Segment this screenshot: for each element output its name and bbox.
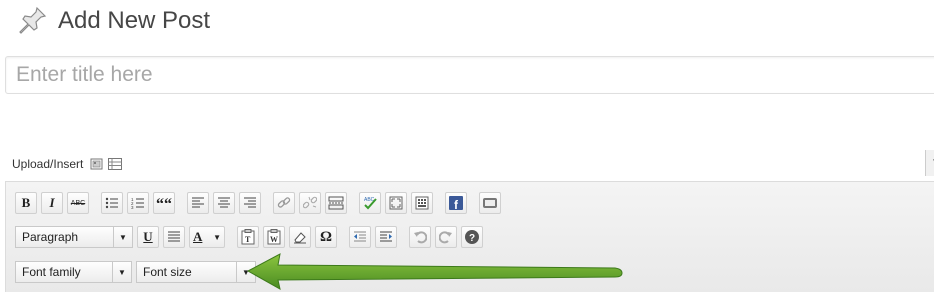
font-size-select-value: Font size — [143, 265, 192, 279]
bold-button[interactable]: B — [15, 192, 37, 214]
toolbar-row-3: Font family ▼ Font size ▼ — [15, 260, 260, 284]
svg-text:?: ? — [469, 233, 475, 244]
unlink-icon — [303, 196, 317, 209]
redo-icon — [439, 231, 452, 244]
toolbar-row-1: B I ABC 123 ““ ABC f — [15, 191, 505, 215]
fullscreen-button[interactable] — [385, 192, 407, 214]
link-icon — [277, 197, 291, 208]
bulleted-list-icon — [105, 197, 118, 209]
format-select[interactable]: Paragraph ▼ — [15, 226, 133, 248]
bulleted-list-button[interactable] — [101, 192, 123, 214]
fullscreen-icon — [389, 196, 403, 210]
svg-text:W: W — [270, 235, 278, 244]
embed-button[interactable] — [479, 192, 501, 214]
numbered-list-button[interactable]: 123 — [127, 192, 149, 214]
help-icon: ? — [465, 230, 479, 244]
insert-link-button[interactable] — [273, 192, 295, 214]
chevron-down-icon: ▼ — [113, 227, 132, 247]
undo-button[interactable] — [409, 226, 431, 248]
paste-text-icon: T — [241, 229, 255, 245]
align-center-button[interactable] — [213, 192, 235, 214]
strikethrough-button[interactable]: ABC — [67, 192, 89, 214]
align-right-icon — [244, 197, 256, 208]
clear-formatting-button[interactable] — [289, 226, 311, 248]
paste-text-button[interactable]: T — [237, 226, 259, 248]
blockquote-button[interactable]: ““ — [153, 192, 175, 214]
editor-mode-tab[interactable]: ▼ — [925, 150, 934, 176]
page-header: Add New Post — [16, 4, 210, 38]
spellcheck-button[interactable]: ABC — [359, 192, 381, 214]
text-color-label: A — [193, 229, 203, 244]
outdent-icon — [354, 231, 366, 242]
insert-more-button[interactable] — [325, 192, 347, 214]
font-family-select-value: Font family — [22, 265, 81, 279]
read-more-icon — [328, 196, 344, 210]
post-title-input[interactable] — [5, 56, 934, 94]
help-button[interactable]: ? — [461, 226, 483, 248]
align-center-icon — [218, 197, 230, 208]
toolbar-row-2: Paragraph ▼ U A ▼ T W Ω ? — [15, 225, 487, 249]
indent-icon — [380, 231, 392, 242]
spellcheck-icon: ABC — [364, 197, 377, 210]
text-color-button[interactable]: A ▼ — [189, 226, 225, 248]
upload-insert-label: Upload/Insert — [12, 157, 84, 171]
justify-icon — [168, 231, 180, 242]
numbered-list-icon: 123 — [131, 197, 144, 210]
upload-insert-bar: Upload/Insert — [12, 154, 125, 174]
facebook-button[interactable]: f — [445, 192, 467, 214]
add-media-icon[interactable] — [89, 156, 105, 172]
paste-word-icon: W — [267, 229, 281, 245]
outdent-button[interactable] — [349, 226, 371, 248]
align-left-button[interactable] — [187, 192, 209, 214]
align-right-button[interactable] — [239, 192, 261, 214]
italic-button[interactable]: I — [41, 192, 63, 214]
unlink-button[interactable] — [299, 192, 321, 214]
redo-button[interactable] — [435, 226, 457, 248]
align-left-icon — [192, 197, 204, 208]
svg-text:3: 3 — [131, 205, 134, 210]
facebook-icon: f — [449, 196, 463, 211]
indent-button[interactable] — [375, 226, 397, 248]
svg-text:T: T — [245, 235, 251, 244]
embed-icon — [483, 198, 497, 208]
pushpin-icon — [19, 6, 47, 34]
page-title: Add New Post — [58, 7, 211, 34]
format-select-value: Paragraph — [22, 230, 79, 244]
annotation-arrow — [246, 253, 623, 290]
special-character-button[interactable]: Ω — [315, 226, 337, 248]
gallery-icon[interactable] — [107, 156, 123, 172]
kitchen-sink-toggle-button[interactable] — [411, 192, 433, 214]
chevron-down-icon: ▼ — [213, 232, 221, 242]
undo-icon — [414, 231, 427, 244]
justify-button[interactable] — [163, 226, 185, 248]
font-size-select[interactable]: Font size ▼ — [136, 261, 256, 283]
paste-word-button[interactable]: W — [263, 226, 285, 248]
chevron-down-icon: ▼ — [112, 262, 131, 282]
eraser-icon — [294, 232, 306, 244]
font-family-select[interactable]: Font family ▼ — [15, 261, 132, 283]
underline-button[interactable]: U — [137, 226, 159, 248]
kitchen-sink-icon — [415, 196, 429, 210]
